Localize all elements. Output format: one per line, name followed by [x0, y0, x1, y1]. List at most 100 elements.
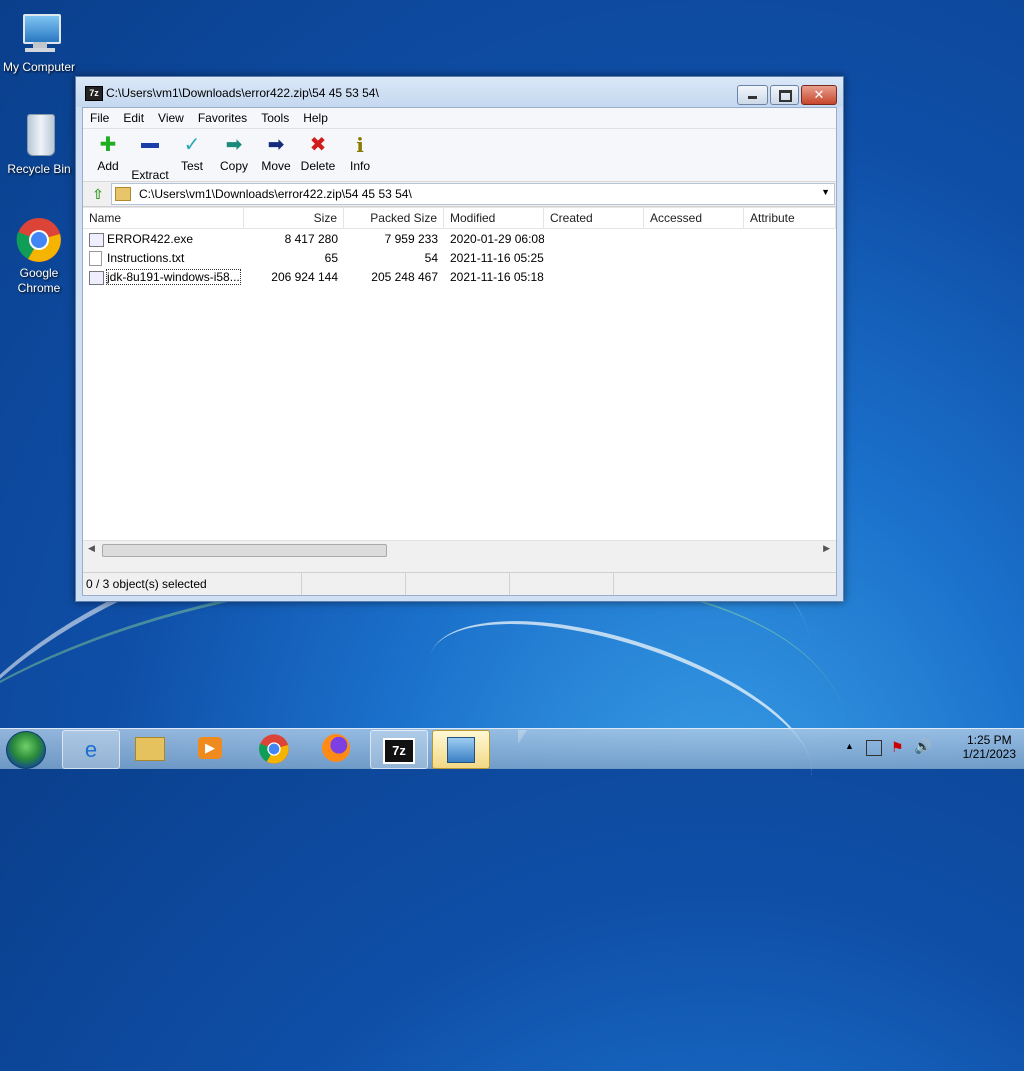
info-button[interactable]: i Info [339, 129, 381, 173]
file-name: Instructions.txt [107, 251, 185, 265]
col-accessed[interactable]: Accessed [644, 208, 744, 228]
test-label: Test [180, 159, 203, 173]
show-hidden-icons-icon[interactable]: ▲ [845, 741, 854, 751]
copy-arrow-icon: ➡ [225, 134, 243, 156]
col-name[interactable]: Name [83, 208, 244, 228]
chevron-down-icon[interactable]: ▼ [821, 187, 830, 197]
7zip-app-icon: 7z [85, 86, 103, 101]
move-button[interactable]: ➡ Move [255, 129, 297, 173]
file-packed-size: 205 248 467 [371, 270, 438, 284]
minus-icon [129, 143, 171, 165]
table-row[interactable]: ERROR422.exe 8 417 280 7 959 233 2020-01… [83, 230, 836, 249]
chrome-icon [15, 216, 63, 264]
network-icon[interactable] [866, 740, 882, 756]
menu-help[interactable]: Help [296, 111, 335, 125]
recycle-bin-icon [15, 112, 63, 160]
file-name: ERROR422.exe [107, 232, 194, 246]
7zip-window[interactable]: 7z C:\Users\vm1\Downloads\error422.zip\5… [75, 76, 844, 602]
status-cell [302, 573, 406, 595]
file-list[interactable]: Name Size Packed Size Modified Created A… [83, 207, 836, 558]
up-folder-icon[interactable]: ⇧ [88, 184, 108, 204]
file-packed-size: 54 [424, 251, 438, 265]
status-cell [406, 573, 510, 595]
file-size: 8 417 280 [284, 232, 338, 246]
menu-file[interactable]: File [83, 111, 116, 125]
minimize-button[interactable] [737, 85, 768, 105]
file-packed-size: 7 959 233 [384, 232, 438, 246]
clock-time: 1:25 PM [966, 733, 1012, 747]
exe-file-icon [89, 232, 104, 247]
column-header: Name Size Packed Size Modified Created A… [83, 208, 836, 229]
desktop-icon-label: Google Chrome [17, 266, 61, 295]
7zip-taskbar-button[interactable]: 7z [370, 730, 428, 769]
toolbar: ✚ Add Extract ✓ Test ➡ Copy ➡ Move ✖ Del… [83, 129, 836, 182]
table-row[interactable]: jdk-8u191-windows-i58... 206 924 144 205… [83, 268, 836, 287]
window-client: File Edit View Favorites Tools Help ✚ Ad… [82, 107, 837, 596]
status-bar: 0 / 3 object(s) selected [83, 572, 836, 595]
scroll-right-icon[interactable]: ▶ [823, 543, 830, 554]
desktop-icon-my-computer[interactable]: My Computer [0, 10, 78, 75]
file-size: 65 [324, 251, 338, 265]
delete-x-icon: ✖ [309, 134, 327, 156]
taskbar: e ▶ 7z ▲ ⚑ 🔊 1:25 PM 1/21/2023 [0, 728, 1024, 769]
title-bar[interactable]: 7z C:\Users\vm1\Downloads\error422.zip\5… [76, 77, 843, 107]
status-text: 0 / 3 object(s) selected [83, 573, 302, 595]
menu-edit[interactable]: Edit [116, 111, 151, 125]
file-modified: 2021-11-16 05:18 [450, 270, 544, 284]
col-modified[interactable]: Modified [444, 208, 544, 228]
move-label: Move [261, 159, 291, 173]
window-title: C:\Users\vm1\Downloads\error422.zip\54 4… [106, 86, 379, 100]
menu-favorites[interactable]: Favorites [191, 111, 254, 125]
chrome-taskbar-icon[interactable] [246, 730, 302, 767]
check-icon: ✓ [183, 134, 201, 156]
col-size[interactable]: Size [244, 208, 344, 228]
internet-explorer-icon[interactable]: e [62, 730, 120, 769]
info-label: Info [349, 159, 370, 173]
add-button[interactable]: ✚ Add [87, 129, 129, 173]
col-attribute[interactable]: Attribute [744, 208, 836, 228]
delete-button[interactable]: ✖ Delete [297, 129, 339, 173]
installer-icon [447, 737, 475, 763]
delete-label: Delete [300, 159, 336, 173]
file-modified: 2021-11-16 05:25 [450, 251, 544, 265]
status-cell [510, 573, 614, 595]
action-center-icon[interactable]: ⚑ [891, 739, 904, 756]
menu-view[interactable]: View [151, 111, 191, 125]
plus-icon: ✚ [99, 134, 117, 156]
info-icon: i [356, 133, 364, 157]
7zip-taskbar-icon: 7z [383, 738, 415, 764]
file-modified: 2020-01-29 06:08 [450, 232, 544, 246]
close-button[interactable]: ✕ [801, 85, 837, 105]
firefox-icon[interactable] [308, 730, 364, 767]
media-player-icon[interactable]: ▶ [182, 730, 238, 767]
folder-icon [115, 187, 131, 201]
copy-button[interactable]: ➡ Copy [213, 129, 255, 173]
clock[interactable]: 1:25 PM 1/21/2023 [963, 733, 1016, 761]
horizontal-scrollbar[interactable]: ◀ ▶ [83, 540, 836, 558]
text-file-icon [89, 251, 102, 267]
scrollbar-thumb[interactable] [102, 544, 387, 557]
address-input[interactable]: C:\Users\vm1\Downloads\error422.zip\54 4… [111, 183, 835, 205]
menu-tools[interactable]: Tools [254, 111, 296, 125]
desktop-icon-google-chrome[interactable]: Google Chrome [0, 216, 78, 296]
file-name: jdk-8u191-windows-i58... [106, 269, 241, 285]
address-bar: ⇧ C:\Users\vm1\Downloads\error422.zip\54… [83, 182, 836, 207]
table-row[interactable]: Instructions.txt 65 54 2021-11-16 05:25 [83, 249, 836, 268]
extract-label: Extract [131, 168, 169, 182]
scroll-left-icon[interactable]: ◀ [88, 543, 95, 554]
col-packed-size[interactable]: Packed Size [344, 208, 444, 228]
file-explorer-icon[interactable] [122, 730, 178, 767]
maximize-button[interactable] [770, 85, 799, 105]
col-created[interactable]: Created [544, 208, 644, 228]
volume-icon[interactable]: 🔊 [914, 738, 931, 755]
computer-icon [15, 10, 63, 58]
address-path: C:\Users\vm1\Downloads\error422.zip\54 4… [139, 187, 412, 201]
setup-taskbar-button[interactable] [432, 730, 490, 769]
desktop-icon-label: Recycle Bin [7, 162, 71, 176]
start-button[interactable] [6, 731, 46, 769]
desktop-icon-recycle-bin[interactable]: Recycle Bin [0, 112, 78, 177]
copy-label: Copy [219, 159, 248, 173]
test-button[interactable]: ✓ Test [171, 129, 213, 173]
add-label: Add [97, 159, 119, 173]
extract-button[interactable]: Extract [129, 129, 171, 182]
